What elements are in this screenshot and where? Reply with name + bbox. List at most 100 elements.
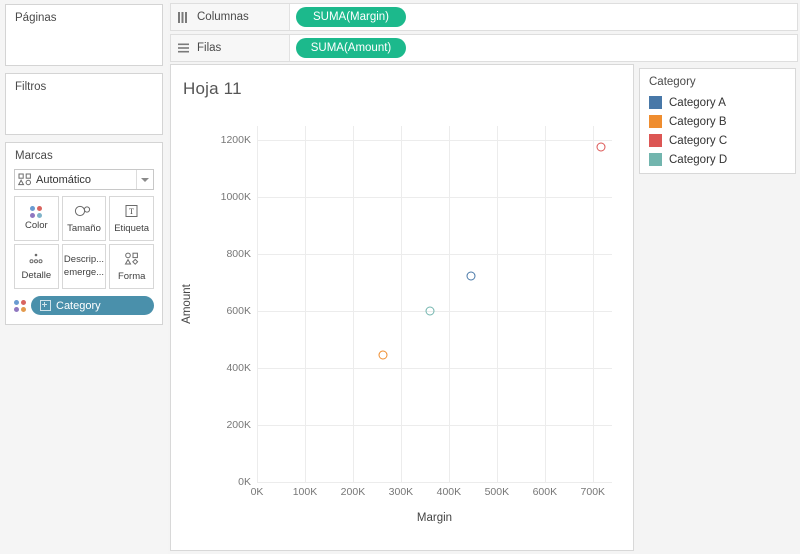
columns-icon bbox=[171, 11, 197, 23]
rows-field-pill[interactable]: SUMA(Amount) bbox=[296, 38, 406, 58]
mark-type-label: Automático bbox=[36, 173, 92, 186]
filters-card[interactable]: Filtros bbox=[5, 73, 163, 135]
gridline-horizontal bbox=[257, 368, 612, 369]
size-button-label: Tamaño bbox=[67, 222, 101, 234]
rows-shelf[interactable]: Filas SUMA(Amount) bbox=[170, 34, 798, 62]
tooltip-button-label-line2: emerge... bbox=[63, 267, 105, 278]
worksheet-viz[interactable]: Hoja 11 Amount 0K 200K 400K 600K 800K 1000K 12… bbox=[170, 64, 634, 551]
gridline-vertical bbox=[257, 126, 258, 482]
left-panel: Páginas Filtros Marcas Automático Color … bbox=[0, 0, 168, 554]
color-legend[interactable]: Category Category A Category B Category CC… bbox=[639, 68, 796, 174]
legend-color-swatch bbox=[649, 153, 662, 166]
y-axis-tick-label: 0K bbox=[238, 476, 251, 488]
tooltip-button-label-line1: Descrip... bbox=[63, 253, 105, 265]
detail-button[interactable]: Detalle bbox=[14, 244, 59, 289]
size-button[interactable]: Tamaño bbox=[61, 196, 107, 241]
mark-type-icon bbox=[15, 173, 35, 186]
color-dots-icon bbox=[30, 206, 43, 218]
gridline-horizontal bbox=[257, 254, 612, 255]
y-axis-tick-label: 200K bbox=[226, 419, 251, 432]
legend-color-swatch bbox=[649, 134, 662, 147]
gridline-horizontal bbox=[257, 311, 612, 312]
shape-button[interactable]: Forma bbox=[109, 244, 154, 289]
legend-items: Category A Category B Category C Category D bbox=[649, 93, 786, 169]
y-axis-tick-label: 800K bbox=[226, 248, 251, 261]
data-point[interactable] bbox=[466, 271, 476, 281]
x-axis-title: Margin bbox=[416, 512, 453, 524]
y-axis-tick-label: 400K bbox=[226, 362, 251, 375]
gridline-horizontal bbox=[257, 482, 612, 483]
color-button[interactable]: Color bbox=[14, 196, 59, 241]
gridline-vertical bbox=[593, 126, 594, 482]
marks-card-title: Marcas bbox=[15, 150, 53, 162]
columns-shelf-label: Columnas bbox=[197, 11, 249, 23]
legend-color-swatch bbox=[649, 115, 662, 128]
legend-item[interactable]: Category C bbox=[649, 131, 786, 150]
gridline-vertical bbox=[353, 126, 354, 482]
rows-shelf-label: Filas bbox=[197, 42, 222, 54]
x-axis-tick-label: 200K bbox=[340, 486, 366, 498]
shape-button-label: Forma bbox=[117, 270, 146, 282]
filters-card-title: Filtros bbox=[15, 81, 47, 93]
scatter-plot-area[interactable] bbox=[257, 126, 612, 483]
label-button-label: Etiqueta bbox=[114, 222, 150, 234]
data-point[interactable] bbox=[425, 306, 435, 316]
color-button-label: Color bbox=[24, 220, 48, 231]
legend-item-label: Category A bbox=[669, 96, 726, 109]
legend-item[interactable]: Category A bbox=[649, 93, 786, 112]
x-axis-tick-label: 0K bbox=[250, 486, 264, 498]
x-axis-tick-label: 400K bbox=[436, 486, 462, 498]
gridline-vertical bbox=[545, 126, 546, 482]
data-point[interactable] bbox=[596, 142, 606, 152]
marks-pill-category[interactable]: Category bbox=[31, 296, 154, 315]
columns-field-pill[interactable]: SUMA(Margin) bbox=[296, 7, 406, 27]
mark-type-dropdown[interactable]: Automático bbox=[14, 169, 154, 190]
y-axis-ticks: 0K 200K 400K 600K 800K 1000K 1200K bbox=[171, 126, 251, 488]
marks-buttons-grid: Color Tamaño T Etiqueta Detalle Descrip.… bbox=[14, 196, 154, 289]
legend-item[interactable]: Category D bbox=[649, 150, 786, 169]
shape-icon bbox=[123, 252, 141, 269]
columns-shelf-dropzone[interactable]: SUMA(Margin) bbox=[289, 4, 797, 30]
marks-pill-row: Category bbox=[14, 296, 154, 315]
tableau-window: Páginas Filtros Marcas Automático Color … bbox=[0, 0, 800, 554]
x-axis-tick-label: 100K bbox=[292, 486, 318, 498]
x-axis-ticks: 0K 100K 200K 300K 400K 500K 600K 700K bbox=[251, 486, 612, 502]
svg-text:T: T bbox=[129, 207, 134, 216]
chevron-down-icon[interactable] bbox=[136, 170, 153, 189]
y-axis-tick-label: 1200K bbox=[220, 134, 251, 147]
marks-pill-label: Category bbox=[56, 299, 101, 312]
plot-wrapper: Amount 0K 200K 400K 600K 800K 1000K 1200K 0K 10… bbox=[171, 65, 633, 550]
data-point[interactable] bbox=[378, 350, 388, 360]
gridline-horizontal bbox=[257, 425, 612, 426]
detail-button-label: Detalle bbox=[21, 270, 52, 281]
label-text-icon: T bbox=[124, 204, 139, 221]
gridline-horizontal bbox=[257, 140, 612, 141]
pages-card[interactable]: Páginas bbox=[5, 4, 163, 66]
gridline-vertical bbox=[497, 126, 498, 482]
size-circles-icon bbox=[74, 204, 94, 221]
detail-dots-icon bbox=[27, 252, 45, 268]
x-axis-tick-label: 700K bbox=[580, 486, 606, 498]
gridline-vertical bbox=[449, 126, 450, 482]
y-axis-tick-label: 1000K bbox=[220, 191, 251, 204]
x-axis-tick-label: 300K bbox=[388, 486, 414, 498]
gridline-horizontal bbox=[257, 197, 612, 198]
dimension-grid-icon bbox=[40, 300, 51, 311]
gridline-vertical bbox=[401, 126, 402, 482]
legend-item-label: Category C bbox=[669, 134, 728, 147]
legend-item-label: Category D bbox=[669, 153, 728, 166]
x-axis-tick-label: 500K bbox=[484, 486, 510, 498]
pages-card-title: Páginas bbox=[15, 12, 57, 24]
columns-shelf[interactable]: Columnas SUMA(Margin) bbox=[170, 3, 798, 31]
label-button[interactable]: T Etiqueta bbox=[109, 196, 154, 241]
x-axis-tick-label: 600K bbox=[532, 486, 558, 498]
marks-card[interactable]: Marcas Automático Color Tamaño T Etiquet… bbox=[5, 142, 163, 325]
legend-title: Category bbox=[649, 76, 696, 88]
rows-shelf-dropzone[interactable]: SUMA(Amount) bbox=[289, 35, 797, 61]
tooltip-button[interactable]: Descrip... emerge... bbox=[61, 244, 107, 289]
gridline-vertical bbox=[305, 126, 306, 482]
color-dots-icon bbox=[14, 299, 26, 312]
rows-icon bbox=[171, 43, 197, 54]
y-axis-tick-label: 600K bbox=[226, 305, 251, 318]
legend-item[interactable]: Category B bbox=[649, 112, 786, 131]
